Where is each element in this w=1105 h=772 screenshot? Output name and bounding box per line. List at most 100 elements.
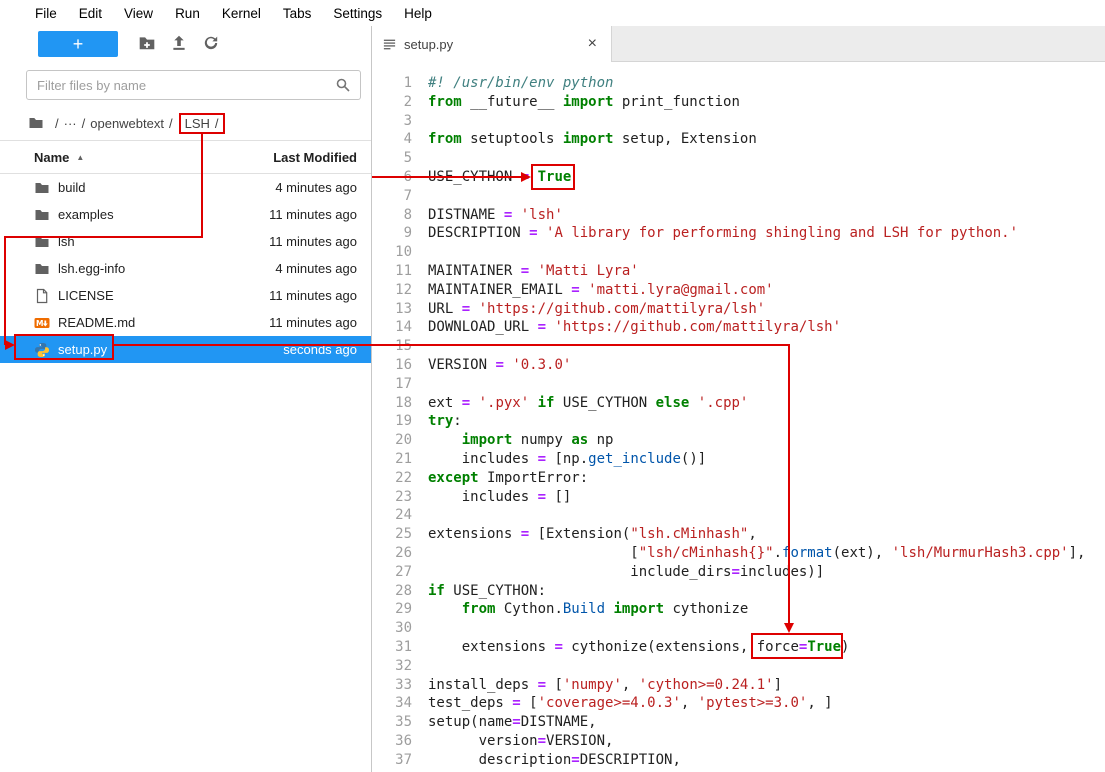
line-number: 29 [372, 600, 412, 619]
column-header-last-modified[interactable]: Last Modified [273, 150, 357, 165]
svg-text:M: M [36, 318, 43, 327]
line-number: 22 [372, 469, 412, 488]
code-line-37: 37 description=DESCRIPTION, [372, 751, 1105, 770]
menu-settings[interactable]: Settings [322, 2, 393, 25]
line-number: 14 [372, 318, 412, 337]
breadcrumb-ellipsis[interactable]: ··· [64, 116, 77, 131]
menu-tabs[interactable]: Tabs [272, 2, 323, 25]
line-number: 33 [372, 676, 412, 695]
menu-help[interactable]: Help [393, 2, 443, 25]
file-last-modified: 11 minutes ago [269, 315, 357, 330]
file-name: LICENSE [58, 288, 114, 303]
line-number: 30 [372, 619, 412, 638]
menu-file[interactable]: File [24, 2, 68, 25]
code-line-3: 3 [372, 112, 1105, 131]
code-line-23: 23 includes = [] [372, 488, 1105, 507]
file-row-lsh[interactable]: lsh11 minutes ago [0, 228, 371, 255]
filter-files [26, 70, 361, 100]
code-line-13: 13URL = 'https://github.com/mattilyra/ls… [372, 300, 1105, 319]
file-browser: + / ··· / openwebtext / LSH / [0, 26, 372, 772]
breadcrumb-item-openwebtext[interactable]: openwebtext [90, 116, 164, 131]
menu-kernel[interactable]: Kernel [211, 2, 272, 25]
code-line-25: 25extensions = [Extension("lsh.cMinhash"… [372, 525, 1105, 544]
upload-button[interactable] [166, 31, 192, 57]
new-launcher-button[interactable]: + [38, 31, 118, 57]
file-name: lsh [58, 234, 75, 249]
line-number: 31 [372, 638, 412, 657]
filter-files-input[interactable] [26, 70, 361, 100]
text-editor-icon [382, 37, 397, 52]
breadcrumb-item-lsh[interactable]: LSH [185, 116, 210, 131]
code-line-6: 6USE_CYTHON = True [372, 168, 1105, 187]
line-number: 24 [372, 506, 412, 525]
line-number: 7 [372, 187, 412, 206]
line-number: 6 [372, 168, 412, 187]
file-browser-toolbar: + [0, 26, 371, 62]
code-line-30: 30 [372, 619, 1105, 638]
file-list-header: Name ▲ Last Modified [0, 140, 371, 174]
code-line-24: 24 [372, 506, 1105, 525]
line-number: 11 [372, 262, 412, 281]
code-line-31: 31 extensions = cythonize(extensions, fo… [372, 638, 1105, 657]
code-line-2: 2from __future__ import print_function [372, 93, 1105, 112]
breadcrumb-separator: / [169, 116, 173, 131]
upload-icon [170, 34, 188, 55]
search-icon [335, 77, 351, 98]
line-number: 8 [372, 206, 412, 225]
breadcrumb-separator: / [215, 116, 219, 131]
file-row-LICENSE[interactable]: LICENSE11 minutes ago [0, 282, 371, 309]
tab-bar: setup.py × [372, 26, 1105, 62]
code-line-35: 35setup(name=DISTNAME, [372, 713, 1105, 732]
menu-edit[interactable]: Edit [68, 2, 113, 25]
file-row-README.md[interactable]: MREADME.md11 minutes ago [0, 309, 371, 336]
tab-setup-py[interactable]: setup.py × [372, 26, 612, 62]
column-header-name[interactable]: Name ▲ [34, 150, 84, 165]
line-number: 19 [372, 412, 412, 431]
folder-icon [34, 207, 50, 223]
file-name: examples [58, 207, 114, 222]
file-row-lsh.egg-info[interactable]: lsh.egg-info4 minutes ago [0, 255, 371, 282]
line-number: 9 [372, 224, 412, 243]
file-row-examples[interactable]: examples11 minutes ago [0, 201, 371, 228]
new-folder-button[interactable] [134, 31, 160, 57]
line-number: 12 [372, 281, 412, 300]
code-line-12: 12MAINTAINER_EMAIL = 'matti.lyra@gmail.c… [372, 281, 1105, 300]
line-number: 36 [372, 732, 412, 751]
sort-ascending-icon: ▲ [76, 153, 84, 162]
root-folder-icon[interactable] [28, 115, 44, 131]
python-icon [34, 342, 50, 358]
file-last-modified: 4 minutes ago [275, 180, 357, 195]
line-number: 28 [372, 582, 412, 601]
code-line-5: 5 [372, 149, 1105, 168]
file-list: build4 minutes agoexamples11 minutes ago… [0, 174, 371, 772]
breadcrumb: / ··· / openwebtext / LSH / [0, 106, 371, 140]
code-editor[interactable]: 1#! /usr/bin/env python2from __future__ … [372, 62, 1105, 772]
file-row-setup.py[interactable]: setup.pyseconds ago [0, 336, 371, 363]
line-number: 23 [372, 488, 412, 507]
tab-label: setup.py [404, 37, 584, 52]
breadcrumb-separator: / [82, 116, 86, 131]
file-icon [34, 288, 50, 304]
refresh-button[interactable] [198, 31, 224, 57]
line-number: 35 [372, 713, 412, 732]
line-number: 27 [372, 563, 412, 582]
code-line-4: 4from setuptools import setup, Extension [372, 130, 1105, 149]
code-line-33: 33install_deps = ['numpy', 'cython>=0.24… [372, 676, 1105, 695]
line-number: 3 [372, 112, 412, 131]
line-number: 37 [372, 751, 412, 770]
editor-panel: setup.py × 1#! /usr/bin/env python2from … [372, 26, 1105, 772]
line-number: 13 [372, 300, 412, 319]
line-number: 17 [372, 375, 412, 394]
code-line-16: 16VERSION = '0.3.0' [372, 356, 1105, 375]
code-line-7: 7 [372, 187, 1105, 206]
file-last-modified: seconds ago [283, 342, 357, 357]
code-line-20: 20 import numpy as np [372, 431, 1105, 450]
menu-run[interactable]: Run [164, 2, 211, 25]
menu-bar: FileEditViewRunKernelTabsSettingsHelp [0, 0, 1105, 26]
file-row-build[interactable]: build4 minutes ago [0, 174, 371, 201]
line-number: 4 [372, 130, 412, 149]
code-line-32: 32 [372, 657, 1105, 676]
line-number: 1 [372, 74, 412, 93]
menu-view[interactable]: View [113, 2, 164, 25]
close-tab-icon[interactable]: × [584, 35, 601, 53]
